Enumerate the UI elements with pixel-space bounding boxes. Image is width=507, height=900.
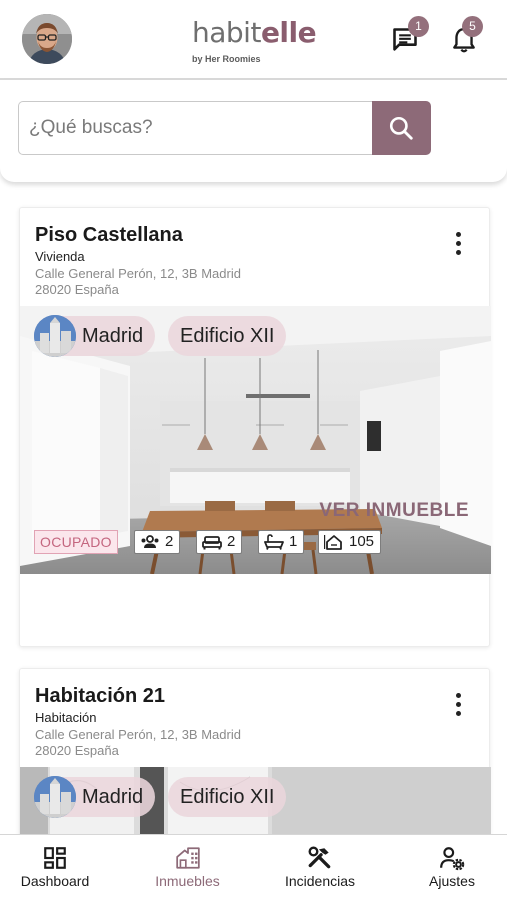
nav-label: Dashboard	[20, 873, 90, 889]
messages-badge: 1	[408, 16, 429, 37]
logo-tagline: by Her Roomies	[192, 54, 261, 64]
building-icon	[175, 847, 200, 869]
app-header: habitelle by Her Roomies 1 5	[0, 0, 507, 80]
house-area-icon	[324, 535, 342, 550]
building-tag[interactable]: Edificio XII	[168, 777, 287, 817]
location-tag-label: Madrid	[82, 325, 144, 347]
dashboard-icon	[44, 847, 66, 869]
tools-icon	[308, 846, 331, 869]
address-postcode: 28020 España	[35, 282, 119, 297]
address-line: Calle General Perón, 12, 3B Madrid	[35, 727, 241, 742]
property-card[interactable]: Piso Castellana Vivienda Calle General P…	[19, 207, 491, 647]
property-address: Calle General Perón, 12, 3B Madrid 28020…	[35, 266, 241, 298]
search-input[interactable]	[18, 101, 374, 155]
baths-count: 1	[258, 530, 305, 554]
view-property-button[interactable]: VER INMUEBLE	[319, 500, 469, 522]
location-tag[interactable]: Madrid	[34, 315, 156, 357]
area-value: 105	[349, 533, 375, 550]
city-thumbnail	[34, 776, 76, 818]
search-icon	[389, 116, 413, 140]
bathtub-icon	[264, 534, 284, 550]
property-address: Calle General Perón, 12, 3B Madrid 28020…	[35, 727, 241, 759]
tenants-count: 2	[134, 530, 181, 554]
search-panel	[0, 80, 507, 182]
property-title: Piso Castellana	[35, 224, 183, 246]
people-icon	[141, 535, 159, 548]
more-options-button[interactable]	[453, 232, 463, 258]
notifications-badge: 5	[462, 16, 483, 37]
location-tag[interactable]: Madrid	[34, 776, 156, 818]
location-tag-label: Madrid	[82, 786, 144, 808]
nav-ajustes[interactable]: Ajustes	[397, 835, 507, 900]
city-thumbnail	[34, 315, 76, 357]
property-photo[interactable]: Madrid Edificio XII OCUPADO 2 2 1 105	[20, 306, 491, 574]
user-settings-icon	[440, 847, 465, 871]
baths-value: 1	[289, 533, 298, 550]
tenants-value: 2	[165, 533, 174, 550]
building-tag[interactable]: Edificio XII	[168, 316, 287, 356]
property-type: Habitación	[35, 710, 97, 725]
beds-count: 2	[196, 530, 243, 554]
nav-inmuebles[interactable]: Inmuebles	[130, 835, 245, 900]
beds-value: 2	[227, 533, 236, 550]
nav-label: Ajustes	[429, 873, 475, 889]
status-badge: OCUPADO	[34, 530, 118, 554]
more-options-button[interactable]	[453, 693, 463, 719]
nav-dashboard[interactable]: Dashboard	[0, 835, 110, 900]
search-button[interactable]	[372, 101, 431, 155]
area-size: 105	[318, 530, 382, 554]
logo-wordmark: habitelle	[192, 16, 317, 49]
address-line: Calle General Perón, 12, 3B Madrid	[35, 266, 241, 281]
property-type: Vivienda	[35, 249, 85, 264]
nav-label: Incidencias	[284, 873, 356, 889]
property-title: Habitación 21	[35, 685, 166, 707]
bed-icon	[202, 536, 222, 550]
user-avatar[interactable]	[22, 14, 72, 64]
address-postcode: 28020 España	[35, 743, 119, 758]
nav-label: Inmuebles	[155, 873, 220, 889]
app-logo: habitelle by Her Roomies	[192, 10, 317, 68]
bottom-navigation: Dashboard Inmuebles Incidencias Ajustes	[0, 834, 507, 900]
nav-incidencias[interactable]: Incidencias	[265, 835, 375, 900]
